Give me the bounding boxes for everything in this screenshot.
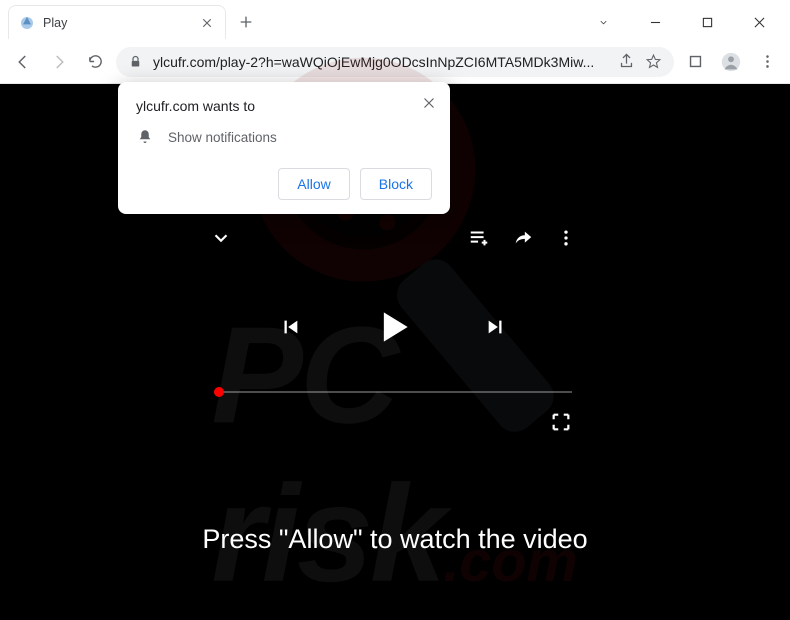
playlist-add-icon[interactable] [468,227,490,249]
dialog-close-button[interactable] [418,92,440,114]
tab-close-button[interactable] [199,15,215,31]
window-close-button[interactable] [736,6,782,38]
share-icon[interactable] [618,53,635,70]
share-arrow-icon[interactable] [512,227,534,249]
block-button[interactable]: Block [360,168,432,200]
new-tab-button[interactable] [232,8,260,36]
address-bar[interactable]: ylcufr.com/play-2?h=waWQiOjEwMjg0ODcsInN… [116,47,674,77]
reload-button[interactable] [80,47,110,77]
tab-favicon [19,15,35,31]
tab-strip: Play [0,0,790,40]
bell-icon [136,128,154,146]
browser-menu-button[interactable] [752,47,782,77]
skip-previous-icon[interactable] [279,316,301,338]
browser-toolbar: ylcufr.com/play-2?h=waWQiOjEwMjg0ODcsInN… [0,40,790,84]
window-caret-button[interactable] [580,6,626,38]
window-minimize-button[interactable] [632,6,678,38]
permission-item-label: Show notifications [168,130,277,145]
video-player [204,214,582,478]
window-maximize-button[interactable] [684,6,730,38]
tab-title: Play [43,16,191,30]
skip-next-icon[interactable] [485,316,507,338]
browser-tab[interactable]: Play [8,5,226,39]
play-icon[interactable] [371,305,415,349]
dialog-origin-text: ylcufr.com wants to [136,98,432,114]
fullscreen-icon[interactable] [550,411,572,433]
progress-handle[interactable] [214,387,224,397]
extensions-button[interactable] [680,47,710,77]
more-vert-icon[interactable] [556,228,576,248]
progress-bar[interactable] [214,391,572,393]
profile-button[interactable] [716,47,746,77]
forward-button[interactable] [44,47,74,77]
allow-button[interactable]: Allow [278,168,349,200]
back-button[interactable] [8,47,38,77]
collapse-icon[interactable] [210,227,232,249]
instruction-caption: Press "Allow" to watch the video [0,524,790,555]
url-text: ylcufr.com/play-2?h=waWQiOjEwMjg0ODcsInN… [153,54,608,70]
lock-icon [128,54,143,69]
notification-permission-dialog: ylcufr.com wants to Show notifications A… [118,82,450,214]
bookmark-star-icon[interactable] [645,53,662,70]
